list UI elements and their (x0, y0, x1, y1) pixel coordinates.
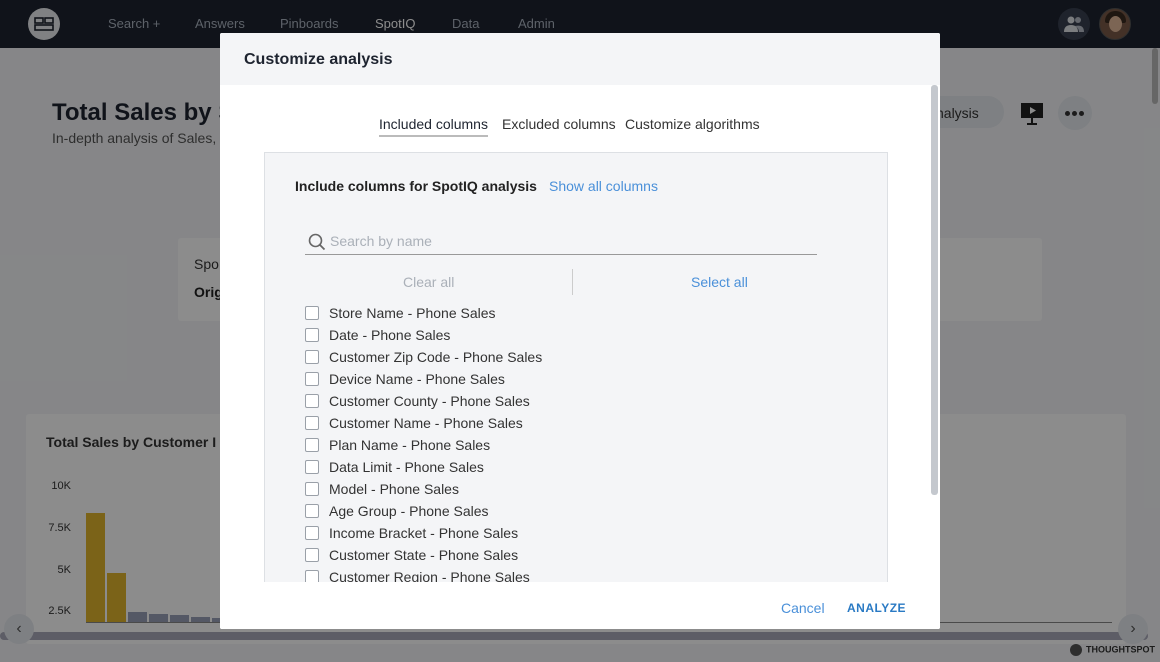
column-row[interactable]: Store Name - Phone Sales (305, 305, 865, 328)
search-icon (308, 233, 326, 251)
column-label: Date - Phone Sales (329, 327, 451, 343)
column-label: Model - Phone Sales (329, 481, 459, 497)
column-label: Age Group - Phone Sales (329, 503, 489, 519)
column-checkbox[interactable] (305, 350, 319, 364)
dialog-scrollbar[interactable] (931, 85, 938, 495)
column-row[interactable]: Device Name - Phone Sales (305, 371, 865, 394)
tab-included-columns[interactable]: Included columns (379, 116, 488, 137)
column-label: Device Name - Phone Sales (329, 371, 505, 387)
column-label: Customer State - Phone Sales (329, 547, 519, 563)
customize-analysis-dialog: Customize analysis Included columns Excl… (220, 33, 940, 629)
column-list: Store Name - Phone Sales Date - Phone Sa… (305, 305, 865, 592)
column-label: Customer Zip Code - Phone Sales (329, 349, 543, 365)
column-checkbox[interactable] (305, 416, 319, 430)
column-row[interactable]: Plan Name - Phone Sales (305, 437, 865, 460)
column-label: Customer Name - Phone Sales (329, 415, 523, 431)
column-checkbox[interactable] (305, 328, 319, 342)
column-checkbox[interactable] (305, 482, 319, 496)
dialog-footer: Cancel ANALYZE (220, 582, 940, 629)
column-checkbox[interactable] (305, 438, 319, 452)
column-row[interactable]: Model - Phone Sales (305, 481, 865, 504)
column-label: Store Name - Phone Sales (329, 305, 496, 321)
column-row[interactable]: Customer County - Phone Sales (305, 393, 865, 416)
tab-excluded-columns[interactable]: Excluded columns (502, 116, 616, 132)
column-row[interactable]: Customer Zip Code - Phone Sales (305, 349, 865, 372)
column-checkbox[interactable] (305, 306, 319, 320)
select-all-button[interactable]: Select all (691, 274, 748, 290)
column-row[interactable]: Data Limit - Phone Sales (305, 459, 865, 482)
column-label: Data Limit - Phone Sales (329, 459, 484, 475)
column-row[interactable]: Date - Phone Sales (305, 327, 865, 350)
column-label: Income Bracket - Phone Sales (329, 525, 519, 541)
cancel-button[interactable]: Cancel (781, 600, 825, 616)
column-label: Plan Name - Phone Sales (329, 437, 491, 453)
tab-customize-algorithms[interactable]: Customize algorithms (625, 116, 760, 132)
column-checkbox[interactable] (305, 394, 319, 408)
dialog-title: Customize analysis (244, 51, 393, 68)
column-checkbox[interactable] (305, 548, 319, 562)
column-checkbox[interactable] (305, 460, 319, 474)
dialog-header: Customize analysis (220, 33, 940, 85)
search-field (305, 229, 817, 255)
column-checkbox[interactable] (305, 504, 319, 518)
search-input[interactable] (330, 231, 810, 251)
columns-panel: Include columns for SpotIQ analysis Show… (264, 152, 888, 592)
clear-all-button[interactable]: Clear all (403, 274, 454, 290)
column-row[interactable]: Age Group - Phone Sales (305, 503, 865, 526)
column-checkbox[interactable] (305, 372, 319, 386)
column-row[interactable]: Customer State - Phone Sales (305, 547, 865, 570)
column-label: Customer County - Phone Sales (329, 393, 530, 409)
column-row[interactable]: Income Bracket - Phone Sales (305, 525, 865, 548)
column-checkbox[interactable] (305, 526, 319, 540)
column-row[interactable]: Customer Name - Phone Sales (305, 415, 865, 438)
panel-title: Include columns for SpotIQ analysis (295, 178, 537, 194)
divider (572, 269, 573, 295)
show-all-columns-link[interactable]: Show all columns (549, 178, 658, 194)
analyze-button[interactable]: ANALYZE (847, 601, 906, 615)
dialog-tabs: Included columns Excluded columns Custom… (220, 116, 940, 137)
